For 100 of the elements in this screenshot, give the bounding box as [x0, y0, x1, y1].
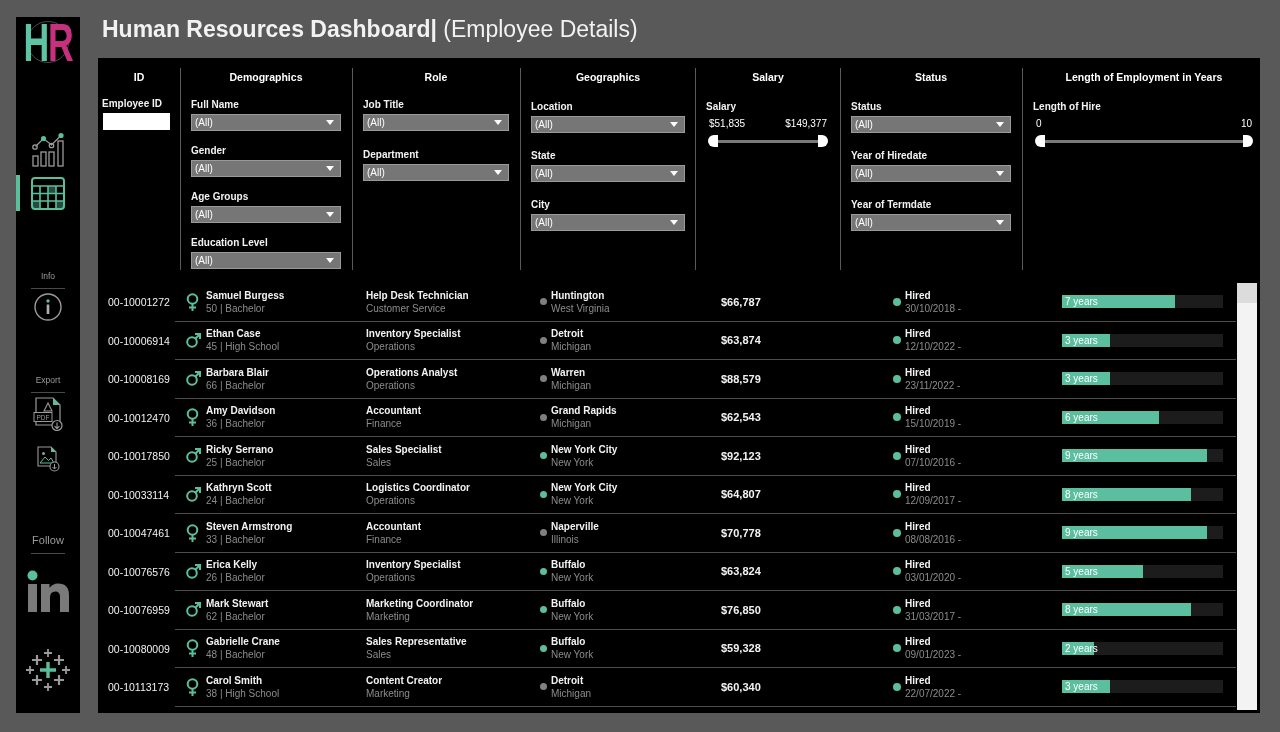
city: Warren — [551, 365, 586, 379]
filter-dropdown[interactable]: (All) — [851, 116, 1011, 133]
filter-label: City — [531, 198, 550, 211]
employee-id: 00-10001272 — [108, 296, 170, 309]
filter-label: Gender — [191, 144, 226, 157]
salary: $62,543 — [721, 411, 761, 424]
status-dot-icon — [893, 413, 901, 422]
filter-label: Length of Hire — [1033, 100, 1101, 113]
department: Operations — [366, 378, 415, 392]
filter-dropdown[interactable]: (All) — [191, 114, 341, 131]
caret-down-icon — [996, 122, 1004, 127]
page-title: Human Resources Dashboard| (Employee Details) — [102, 15, 638, 43]
age-education: 45 | High School — [206, 340, 280, 354]
job-title: Accountant — [366, 519, 421, 533]
slider-handle[interactable] — [708, 135, 718, 147]
slider-handle[interactable] — [1035, 135, 1045, 147]
city: New York City — [551, 442, 618, 456]
employee-id-input[interactable] — [103, 113, 170, 130]
filter-group-heading: Role — [424, 70, 448, 84]
salary: $76,850 — [721, 603, 761, 616]
years-label: 9 years — [1065, 526, 1098, 540]
filter-dropdown[interactable]: (All) — [531, 116, 685, 133]
department: Sales — [366, 455, 391, 469]
filter-label: Job Title — [363, 98, 404, 111]
employee-id: 00-10008169 — [108, 373, 170, 386]
employee-name: Ricky Serrano — [206, 442, 274, 456]
job-title: Accountant — [366, 404, 421, 418]
filter-group-heading: Demographics — [229, 70, 303, 84]
employee-name: Barbara Blair — [206, 365, 269, 379]
employee-name: Gabrielle Crane — [206, 635, 280, 649]
filter-group-heading: Length of Employment in Years — [1065, 70, 1223, 84]
age-education: 38 | High School — [206, 686, 280, 700]
status-date: 12/10/2022 - — [905, 340, 962, 354]
salary: $92,123 — [721, 449, 761, 462]
status: Hired — [905, 481, 931, 495]
department: Customer Service — [366, 301, 446, 315]
caret-down-icon — [670, 171, 678, 176]
department: Marketing — [366, 686, 410, 700]
filter-dropdown[interactable]: (All) — [191, 252, 341, 269]
caret-down-icon — [670, 122, 678, 127]
age-education: 36 | Bachelor — [206, 417, 265, 431]
state: Michigan — [551, 686, 592, 700]
job-title: Inventory Specialist — [366, 558, 461, 572]
state: Michigan — [551, 378, 592, 392]
section-label: Follow — [32, 534, 64, 546]
filter-group-heading: Status — [914, 70, 948, 84]
filter-dropdown[interactable]: (All) — [531, 165, 685, 182]
years-label: 3 years — [1065, 333, 1098, 347]
filter-dropdown[interactable]: (All) — [531, 214, 685, 231]
plus-cluster-icon[interactable] — [25, 648, 71, 692]
filter-dropdown[interactable]: (All) — [191, 206, 341, 223]
status-date: 07/10/2016 - — [905, 455, 962, 469]
employee-id: 00-10047461 — [108, 527, 170, 540]
info-icon[interactable] — [34, 293, 62, 321]
filter-dropdown[interactable]: (All) — [851, 214, 1011, 231]
filter-dropdown[interactable]: (All) — [191, 160, 341, 177]
filter-label: Salary — [706, 100, 737, 113]
employee-name: Samuel Burgess — [206, 288, 285, 302]
employee-name: Steven Armstrong — [206, 519, 293, 533]
filter-label: State — [531, 149, 556, 162]
filter-label: Status — [851, 100, 882, 113]
employee-name: Amy Davidson — [206, 404, 276, 418]
table-icon — [31, 176, 65, 210]
status: Hired — [905, 365, 931, 379]
state: New York — [551, 609, 594, 623]
status: Hired — [905, 558, 931, 572]
slider-handle[interactable] — [1243, 135, 1253, 147]
filter-group-heading: Geographics — [575, 70, 641, 84]
caret-down-icon — [326, 258, 334, 263]
employee-id: 00-10017850 — [108, 450, 170, 463]
filter-dropdown[interactable]: (All) — [851, 165, 1011, 182]
state: New York — [551, 571, 594, 585]
slider-handle[interactable] — [818, 135, 828, 147]
years-label: 8 years — [1065, 603, 1098, 617]
scrollbar-thumb[interactable] — [1237, 283, 1257, 303]
status-date: 15/10/2019 - — [905, 417, 962, 431]
age-education: 33 | Bachelor — [206, 532, 265, 546]
status-dot-icon — [893, 336, 901, 345]
city: Huntington — [551, 288, 605, 302]
range-max-value: $149,377 — [785, 117, 827, 130]
city: Detroit — [551, 673, 584, 687]
employee-name: Carol Smith — [206, 673, 263, 687]
years-label: 9 years — [1065, 449, 1098, 463]
age-education: 26 | Bachelor — [206, 571, 265, 585]
age-education: 25 | Bachelor — [206, 455, 265, 469]
status: Hired — [905, 519, 931, 533]
status-dot-icon — [893, 528, 901, 537]
job-title: Marketing Coordinator — [366, 596, 474, 610]
employee-id: 00-10012470 — [108, 411, 170, 424]
city: Naperville — [551, 519, 599, 533]
status-dot-icon — [893, 567, 901, 576]
status-dot-icon — [893, 297, 901, 306]
image-file-download-icon[interactable] — [36, 446, 60, 472]
employee-id: 00-10080009 — [108, 642, 170, 655]
in-logo-icon[interactable] — [26, 570, 70, 612]
filter-dropdown[interactable]: (All) — [363, 164, 509, 181]
filter-dropdown[interactable]: (All) — [363, 114, 509, 131]
employee-name: Ethan Case — [206, 327, 261, 341]
status-date: 08/08/2016 - — [905, 532, 962, 546]
scrollbar[interactable] — [1237, 283, 1257, 710]
